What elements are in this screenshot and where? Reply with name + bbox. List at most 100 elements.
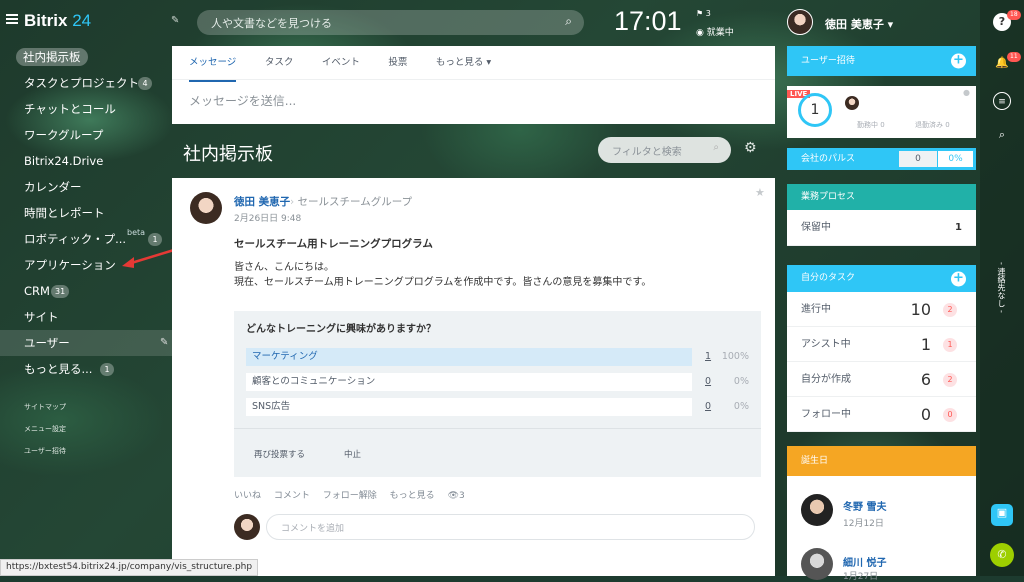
revote-button[interactable]: 再び投票する	[254, 448, 305, 460]
poll-percent: 0%	[733, 401, 749, 412]
poll-votes[interactable]: 1	[705, 351, 711, 362]
page-title: 社内掲示板	[183, 144, 273, 165]
menu-item-drive[interactable]: Bitrix24.Drive	[0, 148, 172, 174]
poll: どんなトレーニングに興味がありますか？ マーケティング 1 100% 顧客とのコ…	[234, 311, 761, 477]
composer-tabs: メッセージ タスク イベント 投票 もっと見る ▾	[172, 46, 775, 82]
pulse-widget[interactable]: 会社のパルス 0 0%	[787, 148, 976, 170]
menu-item-tasks[interactable]: タスクとプロジェクト 4	[0, 70, 172, 96]
menu-item-time[interactable]: 時間とレポート	[0, 200, 172, 226]
avatar[interactable]	[845, 96, 859, 110]
menu-item-more[interactable]: もっと見る... 1	[0, 356, 172, 382]
gear-icon[interactable]: ⚙	[744, 140, 757, 156]
edit-icon[interactable]: ✎	[160, 330, 168, 356]
feed-post: 徳田 美恵子 › セールスチームグループ 2月26日日 9:48 ★ セールスチ…	[172, 178, 775, 576]
birthday-date: 12月12日	[843, 519, 884, 529]
search-input[interactable]: 人や文書などを見つける ⌕	[197, 10, 584, 35]
task-row[interactable]: フォロー中 0 0	[787, 397, 976, 432]
bell-badge: 11	[1007, 52, 1021, 62]
add-icon[interactable]: +	[951, 53, 966, 69]
task-row[interactable]: 自分が作成 6 2	[787, 362, 976, 397]
invite-widget[interactable]: ユーザー招待 +	[787, 46, 976, 76]
birthday-name[interactable]: 冬野 雪夫	[843, 498, 886, 513]
stop-poll-button[interactable]: 中止	[344, 448, 361, 460]
poll-option[interactable]: 顧客とのコミュニケーション	[246, 373, 692, 391]
help-badge: 18	[1007, 10, 1021, 20]
leave-count: 退勤済み 0	[915, 121, 950, 129]
menu-item-sites[interactable]: サイト	[0, 304, 172, 330]
views-count: 👁3	[447, 491, 465, 501]
work-status[interactable]: ◉ 就業中	[696, 25, 734, 38]
menu-icon[interactable]	[6, 14, 18, 24]
filter-search-input[interactable]: フィルタと検索 ⌕	[598, 137, 731, 163]
poll-percent: 0%	[733, 376, 749, 387]
unfollow-button[interactable]: フォロー解除	[323, 491, 377, 501]
post-author[interactable]: 徳田 美恵子	[234, 194, 290, 209]
pulse-percent: 0%	[938, 151, 973, 167]
menu-item-users[interactable]: ユーザー ✎	[0, 330, 172, 356]
pending-row[interactable]: 保留中 1	[787, 210, 976, 246]
beta-label: beta	[127, 228, 146, 237]
count-badge: 1	[100, 363, 114, 376]
invite-link[interactable]: ユーザー招待	[24, 446, 66, 456]
menu-item-workgroups[interactable]: ワークグループ	[0, 122, 172, 148]
more-button[interactable]: もっと見る	[390, 491, 435, 501]
message-input[interactable]: メッセージを送信...	[172, 80, 775, 121]
chat-icon[interactable]: ≡	[993, 92, 1011, 110]
star-icon[interactable]: ★	[755, 186, 765, 199]
birthday-name[interactable]: 細川 悦子	[843, 554, 886, 569]
pulse-value: 0	[899, 151, 937, 167]
post-composer: メッセージ タスク イベント 投票 もっと見る ▾ メッセージを送信...	[172, 46, 775, 124]
comment-input[interactable]: コメントを追加	[266, 514, 755, 540]
working-count: 勤務中 0	[857, 121, 885, 129]
count-badge: 1	[148, 233, 162, 246]
menu-item-calendar[interactable]: カレンダー	[0, 174, 172, 200]
sitemap-link[interactable]: サイトマップ	[24, 402, 66, 412]
poll-option[interactable]: SNS広告	[246, 398, 692, 416]
info-icon[interactable]: ●	[963, 88, 970, 97]
menu-item-chat[interactable]: チャットとコール	[0, 96, 172, 122]
flag-indicator[interactable]: ⚑ 3	[696, 9, 711, 18]
left-menu: 社内掲示板 タスクとプロジェクト 4 チャットとコール ワークグループ Bitri…	[0, 44, 172, 382]
add-icon[interactable]: +	[951, 271, 966, 286]
contacts-label: - 連絡先なし -	[997, 262, 1006, 313]
tasks-list: 進行中 10 2 アシスト中 1 1 自分が作成 6 2 フォロー中 0 0	[787, 292, 976, 432]
phone-icon[interactable]: ✆	[990, 543, 1014, 567]
avatar[interactable]	[801, 548, 833, 580]
tab-task[interactable]: タスク	[265, 46, 294, 80]
mytasks-header: 自分のタスク +	[787, 265, 976, 292]
menu-item-feed[interactable]: 社内掲示板	[0, 44, 172, 70]
post-body: 皆さん、こんにちは。 現在、セールスチーム用トレーニングプログラムを作成中です。皆…	[234, 262, 652, 288]
birthday-list: 冬野 雪夫 12月12日 細川 悦子 1月27日	[787, 476, 976, 582]
tab-poll[interactable]: 投票	[388, 46, 407, 80]
document-icon[interactable]: ▣	[991, 504, 1013, 526]
menu-settings-link[interactable]: メニュー設定	[24, 424, 66, 434]
count-badge: 31	[51, 285, 70, 298]
post-date[interactable]: 2月26日日 9:48	[234, 211, 301, 224]
red-arrow-annotation	[122, 248, 175, 268]
poll-votes[interactable]: 0	[705, 376, 711, 387]
menu-item-crm[interactable]: CRM 31	[0, 278, 172, 304]
edit-icon[interactable]: ✎	[171, 15, 179, 26]
avatar[interactable]	[190, 192, 222, 224]
poll-votes[interactable]: 0	[705, 401, 711, 412]
clock: 17:01	[614, 6, 682, 36]
live-count[interactable]: 1	[798, 93, 832, 127]
task-row[interactable]: 進行中 10 2	[787, 292, 976, 327]
logo[interactable]: Bitrix 24	[24, 11, 91, 31]
tab-message[interactable]: メッセージ	[189, 46, 237, 82]
birthday-header: 誕生日	[787, 446, 976, 476]
post-group[interactable]: › セールスチームグループ	[290, 194, 412, 209]
task-row[interactable]: アシスト中 1 1	[787, 327, 976, 362]
top-bar: Bitrix 24 ✎ 人や文書などを見つける ⌕ 17:01 ⚑ 3 ◉ 就業中…	[0, 0, 980, 44]
avatar[interactable]	[787, 9, 813, 35]
comment-button[interactable]: コメント	[274, 491, 310, 501]
like-button[interactable]: いいね	[234, 491, 261, 501]
user-menu[interactable]: 徳田 美恵子 ▾	[825, 16, 893, 32]
count-badge: 4	[138, 77, 152, 90]
avatar	[234, 514, 260, 540]
tab-more[interactable]: もっと見る ▾	[436, 46, 491, 80]
poll-option[interactable]: マーケティング	[246, 348, 692, 366]
avatar[interactable]	[801, 494, 833, 526]
tab-event[interactable]: イベント	[322, 46, 360, 80]
search-icon[interactable]: ⌕	[993, 126, 1011, 144]
